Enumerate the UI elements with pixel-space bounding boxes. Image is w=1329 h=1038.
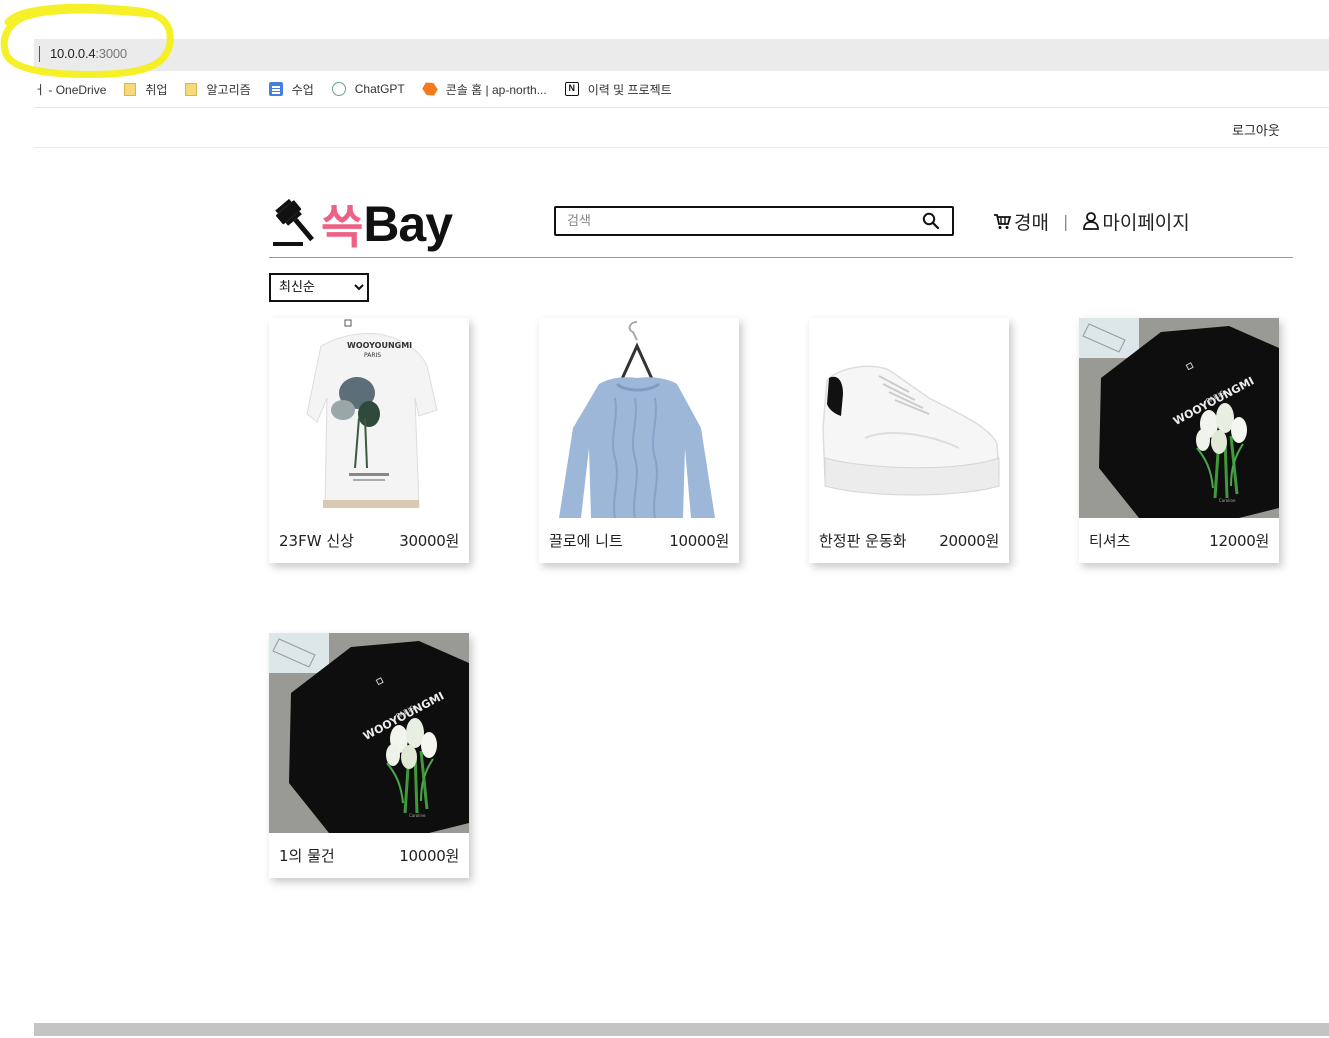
- product-price: 20000원: [939, 532, 999, 550]
- bookmark-label: 콘솔 홈 | ap-north...: [445, 82, 547, 97]
- logo-korean: 쓱: [321, 200, 363, 254]
- product-card[interactable]: 끌로에 니트 10000원: [539, 318, 739, 563]
- product-card[interactable]: WOOYOUNGMI PARIS Caroline 1의 물건 10000원: [269, 633, 469, 878]
- folder-icon: [124, 82, 137, 96]
- divider: [34, 147, 1329, 148]
- header-nav: 경매 | 마이페이지: [992, 206, 1190, 236]
- bookmark-class[interactable]: 수업: [268, 81, 314, 98]
- svg-text:WOOYOUNGMI: WOOYOUNGMI: [347, 341, 412, 350]
- product-image-black-tshirt: WOOYOUNGMI PARIS Caroline: [1079, 318, 1279, 518]
- bookmark-label: 알고리즘: [206, 82, 251, 97]
- product-name: 티셔츠: [1089, 532, 1131, 550]
- bookmark-job[interactable]: 취업: [124, 81, 167, 98]
- nav-auction[interactable]: 경매: [992, 208, 1049, 235]
- bookmark-label: ChatGPT: [354, 82, 405, 96]
- address-bar[interactable]: 10.0.0.4:3000: [34, 39, 1329, 71]
- product-image-white-sneaker: [809, 318, 1009, 518]
- product-price: 10000원: [669, 532, 729, 550]
- bookmark-aws-console[interactable]: 콘솔 홈 | ap-north...: [423, 81, 547, 98]
- divider: [34, 107, 1329, 108]
- product-meta: 23FW 신상 30000원: [269, 518, 469, 563]
- bookmark-label: 수업: [291, 82, 314, 97]
- bookmark-label: 이력 및 프로젝트: [587, 82, 672, 97]
- svg-text:Caroline: Caroline: [409, 813, 426, 818]
- product-image-blue-knit: [539, 318, 739, 518]
- product-name: 한정판 운동화: [819, 532, 907, 550]
- text-caret: [39, 46, 40, 62]
- nav-auction-label: 경매: [1014, 211, 1049, 234]
- chatgpt-icon: [331, 82, 346, 96]
- search-button[interactable]: [916, 208, 946, 234]
- product-price: 30000원: [399, 532, 459, 550]
- folder-icon: [185, 82, 198, 96]
- bookmarks-bar: ㅓ - OneDrive 취업 알고리즘 수업 ChatGPT 콘솔 홈 | a…: [34, 78, 690, 100]
- logo-english: Bay: [363, 196, 453, 252]
- header-divider: [269, 257, 1293, 258]
- bookmark-onedrive[interactable]: ㅓ - OneDrive: [34, 81, 106, 98]
- nav-mypage-label: 마이페이지: [1102, 211, 1190, 234]
- svg-text:Caroline: Caroline: [1219, 498, 1236, 503]
- site-logo[interactable]: 쓱 Bay: [269, 192, 453, 256]
- user-icon: [1083, 212, 1100, 230]
- bookmark-resume[interactable]: N 이력 및 프로젝트: [564, 81, 672, 98]
- product-name: 끌로에 니트: [549, 532, 623, 550]
- aws-icon: [420, 79, 439, 98]
- nav-mypage[interactable]: 마이페이지: [1082, 208, 1190, 235]
- product-meta: 1의 물건 10000원: [269, 833, 469, 878]
- bookmark-chatgpt[interactable]: ChatGPT: [331, 82, 405, 96]
- product-name: 1의 물건: [279, 847, 335, 865]
- product-meta: 끌로에 니트 10000원: [539, 518, 739, 563]
- sort-select[interactable]: 최신순: [269, 273, 369, 302]
- product-name: 23FW 신상: [279, 532, 354, 550]
- product-price: 10000원: [399, 847, 459, 865]
- product-image-white-tshirt: WOOYOUNGMI PARIS: [269, 318, 469, 518]
- product-meta: 티셔츠 12000원: [1079, 518, 1279, 563]
- product-card[interactable]: 한정판 운동화 20000원: [809, 318, 1009, 563]
- product-image-black-tshirt: WOOYOUNGMI PARIS Caroline: [269, 633, 469, 833]
- nav-separator: |: [1062, 211, 1069, 231]
- search-input[interactable]: [556, 208, 916, 234]
- product-price: 12000원: [1209, 532, 1269, 550]
- logout-link[interactable]: 로그아웃: [1232, 120, 1280, 139]
- bookmark-label: 취업: [145, 82, 168, 97]
- search-icon: [922, 212, 940, 230]
- product-card[interactable]: WOOYOUNGMI PARIS Caroline 티셔츠 12000원: [1079, 318, 1279, 563]
- horizontal-scrollbar[interactable]: [34, 1023, 1329, 1036]
- notion-icon: N: [564, 82, 579, 96]
- bookmark-label: ㅓ - OneDrive: [34, 82, 107, 97]
- svg-text:PARIS: PARIS: [364, 352, 381, 359]
- search-box: [554, 206, 954, 236]
- product-meta: 한정판 운동화 20000원: [809, 518, 1009, 563]
- cart-icon: [994, 214, 1012, 229]
- document-icon: [268, 82, 283, 96]
- product-card[interactable]: WOOYOUNGMI PARIS 23FW 신상 30000원: [269, 318, 469, 563]
- url-text[interactable]: 10.0.0.4:3000: [50, 46, 127, 61]
- gavel-icon: [273, 198, 315, 246]
- bookmark-algorithm[interactable]: 알고리즘: [185, 81, 251, 98]
